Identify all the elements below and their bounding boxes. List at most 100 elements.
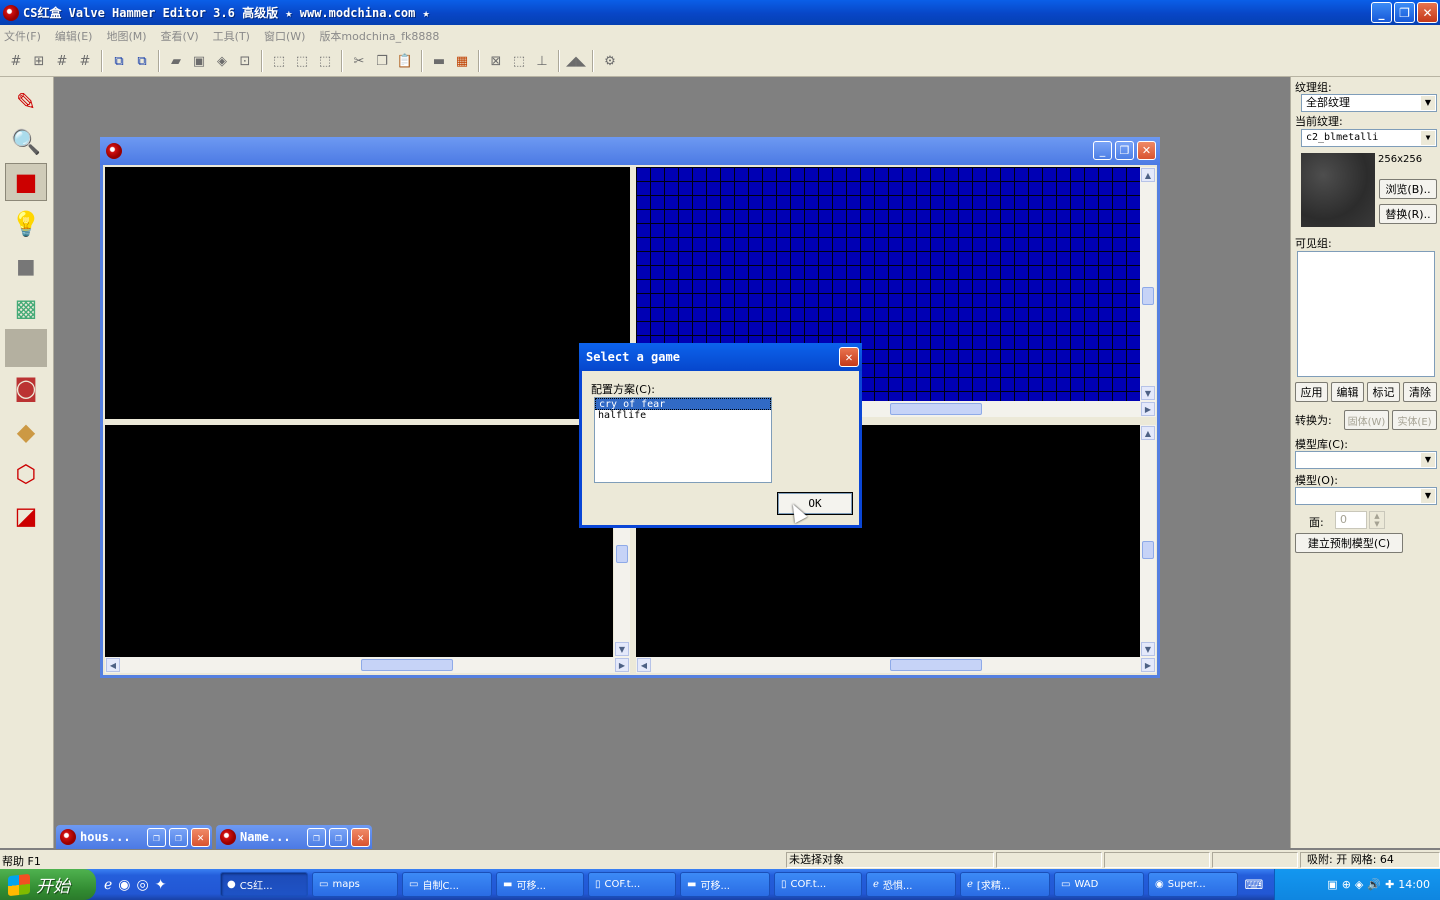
firefox-icon[interactable]: ◉ — [118, 877, 130, 893]
tray-antivirus-icon[interactable]: ◈ — [1355, 878, 1363, 891]
show-icon[interactable]: ⬚ — [315, 51, 335, 71]
scroll-up-icon[interactable]: ▲ — [1141, 168, 1155, 182]
scroll-right-icon[interactable]: ▶ — [615, 658, 629, 672]
browser-icon[interactable]: ◎ — [137, 877, 149, 893]
scroll-down-icon[interactable]: ▼ — [1141, 642, 1155, 656]
select-marquee-icon[interactable]: ⬚ — [509, 51, 529, 71]
menu-view[interactable]: 查看(V) — [161, 28, 199, 44]
hollow-icon[interactable]: ▣ — [189, 51, 209, 71]
tray-volume-icon[interactable]: 🔊 — [1367, 878, 1381, 891]
solid-icon[interactable]: ▬ — [429, 51, 449, 71]
doc-maximize-button[interactable]: ❐ — [1115, 141, 1134, 160]
scroll-thumb[interactable] — [890, 659, 982, 671]
close-button[interactable]: ✕ — [191, 827, 210, 847]
pointer-tool-icon[interactable]: ✎ — [5, 83, 47, 121]
group-icon[interactable]: ⧉ — [109, 51, 129, 71]
tray-update-icon[interactable]: ✚ — [1385, 878, 1394, 891]
copy-icon[interactable]: ❐ — [372, 51, 392, 71]
magnify-tool-icon[interactable]: 🔍 — [5, 123, 47, 161]
hide-icon[interactable]: ⬚ — [292, 51, 312, 71]
menu-window[interactable]: 窗口(W) — [264, 28, 305, 44]
side-viewport-vscroll[interactable]: ▲ ▼ — [1140, 425, 1156, 657]
clip-tool-icon[interactable]: ◆ — [5, 413, 47, 451]
to-world-button[interactable]: 固体(W) — [1344, 410, 1389, 430]
task-hammer[interactable]: ● CS红... — [220, 872, 308, 897]
prefab-select[interactable]: ▼ — [1295, 487, 1437, 505]
texture-toggle-icon[interactable]: ▦ — [452, 51, 472, 71]
browse-button[interactable]: 浏览(B).. — [1379, 179, 1437, 199]
maximize-button[interactable]: ❐ — [329, 827, 348, 847]
scroll-down-icon[interactable]: ▼ — [1141, 386, 1155, 400]
doc-minimize-button[interactable]: _ — [1093, 141, 1112, 160]
task-folder[interactable]: ▭ 自制C... — [402, 872, 492, 897]
top-viewport-vscroll[interactable]: ▲ ▼ — [1140, 167, 1156, 401]
list-item[interactable]: halflife — [595, 410, 771, 422]
run-map-icon[interactable]: ⚙ — [600, 51, 620, 71]
ie-icon[interactable]: ℯ — [104, 877, 112, 893]
task-folder[interactable]: ▭ maps — [312, 872, 398, 897]
document-titlebar[interactable]: _ ❐ ✕ — [100, 137, 1160, 165]
tray-camera-icon[interactable]: ▣ — [1327, 878, 1337, 891]
front-viewport-hscroll[interactable]: ◀ ▶ — [105, 657, 630, 673]
clip-icon[interactable]: ◈ — [212, 51, 232, 71]
scroll-left-icon[interactable]: ◀ — [637, 658, 651, 672]
task-browser[interactable]: ℯ [求精... — [960, 872, 1050, 897]
scroll-thumb[interactable] — [1142, 287, 1154, 305]
scroll-thumb[interactable] — [1142, 541, 1154, 559]
texture-lock-icon[interactable]: ⊡ — [235, 51, 255, 71]
scroll-down-icon[interactable]: ▼ — [615, 642, 629, 656]
faces-spinner[interactable]: ▲ ▼ — [1369, 511, 1385, 529]
app-shortcut-icon[interactable]: ✦ — [155, 877, 167, 893]
apply-button[interactable]: 应用 — [1295, 382, 1328, 402]
grid-icon[interactable]: # — [6, 51, 26, 71]
front-2d-viewport[interactable] — [105, 425, 613, 657]
minimize-button[interactable]: _ — [1371, 2, 1392, 23]
task-document[interactable]: ▯ COF.t... — [774, 872, 862, 897]
replace-button[interactable]: 替换(R).. — [1379, 204, 1437, 224]
camera-viewport[interactable] — [105, 167, 630, 419]
list-item[interactable]: cry of fear — [595, 398, 771, 410]
dialog-close-button[interactable]: ✕ — [839, 347, 859, 367]
doc-close-button[interactable]: ✕ — [1137, 141, 1156, 160]
restore-button[interactable]: ❐ — [307, 827, 326, 847]
ungroup-icon[interactable]: ⧉ — [132, 51, 152, 71]
decal-tool-icon[interactable]: ◙ — [5, 369, 47, 407]
create-prefab-button[interactable]: 建立预制模型(C) — [1295, 533, 1403, 553]
task-drive[interactable]: ▬ 可移... — [496, 872, 584, 897]
scroll-thumb[interactable] — [616, 545, 628, 563]
path-tool-icon[interactable]: ◪ — [5, 497, 47, 535]
task-browser[interactable]: ℯ 恐惧... — [866, 872, 956, 897]
task-drive[interactable]: ▬ 可移... — [680, 872, 770, 897]
mark-button[interactable]: 标记 — [1367, 382, 1400, 402]
apply-texture-tool-icon[interactable] — [5, 329, 47, 367]
menu-file[interactable]: 文件(F) — [4, 28, 41, 44]
close-button[interactable]: ✕ — [351, 827, 370, 847]
texture-group-select[interactable]: 全部纹理 ▼ — [1301, 94, 1437, 112]
vertex-tool-icon[interactable]: ⬡ — [5, 455, 47, 493]
camera-tool-icon[interactable]: ■ — [5, 163, 47, 201]
menu-tools[interactable]: 工具(T) — [213, 28, 250, 44]
minimized-window[interactable]: Name... ❐ ❐ ✕ — [216, 825, 372, 849]
clear-button[interactable]: 清除 — [1403, 382, 1437, 402]
menu-map[interactable]: 地图(M) — [106, 28, 146, 44]
select-box-icon[interactable]: ⊠ — [486, 51, 506, 71]
carve-icon[interactable]: ▰ — [166, 51, 186, 71]
faces-input[interactable]: 0 — [1335, 511, 1367, 529]
block-tool-icon[interactable]: ◼ — [5, 247, 47, 285]
task-document[interactable]: ▯ COF.t... — [588, 872, 676, 897]
scroll-left-icon[interactable]: ◀ — [106, 658, 120, 672]
task-folder[interactable]: ▭ WAD — [1054, 872, 1144, 897]
scroll-thumb[interactable] — [361, 659, 453, 671]
app-titlebar[interactable]: CS红盒 Valve Hammer Editor 3.6 高级版 ★ www.m… — [0, 0, 1440, 25]
visgroup-list[interactable] — [1297, 251, 1435, 377]
close-button[interactable]: ✕ — [1417, 2, 1438, 23]
edit-visgroup-button[interactable]: 编辑 — [1331, 382, 1364, 402]
grid-3d-icon[interactable]: ⊞ — [29, 51, 49, 71]
scroll-right-icon[interactable]: ▶ — [1141, 658, 1155, 672]
maximize-button[interactable]: ❐ — [1394, 2, 1415, 23]
grid-larger-icon[interactable]: # — [75, 51, 95, 71]
menu-version[interactable]: 版本modchina_fk8888 — [319, 28, 439, 44]
minimized-window[interactable]: hous... ❐ ❐ ✕ — [56, 825, 212, 849]
scroll-right-icon[interactable]: ▶ — [1141, 402, 1155, 416]
flip-icon[interactable]: ◢◣ — [566, 51, 586, 71]
